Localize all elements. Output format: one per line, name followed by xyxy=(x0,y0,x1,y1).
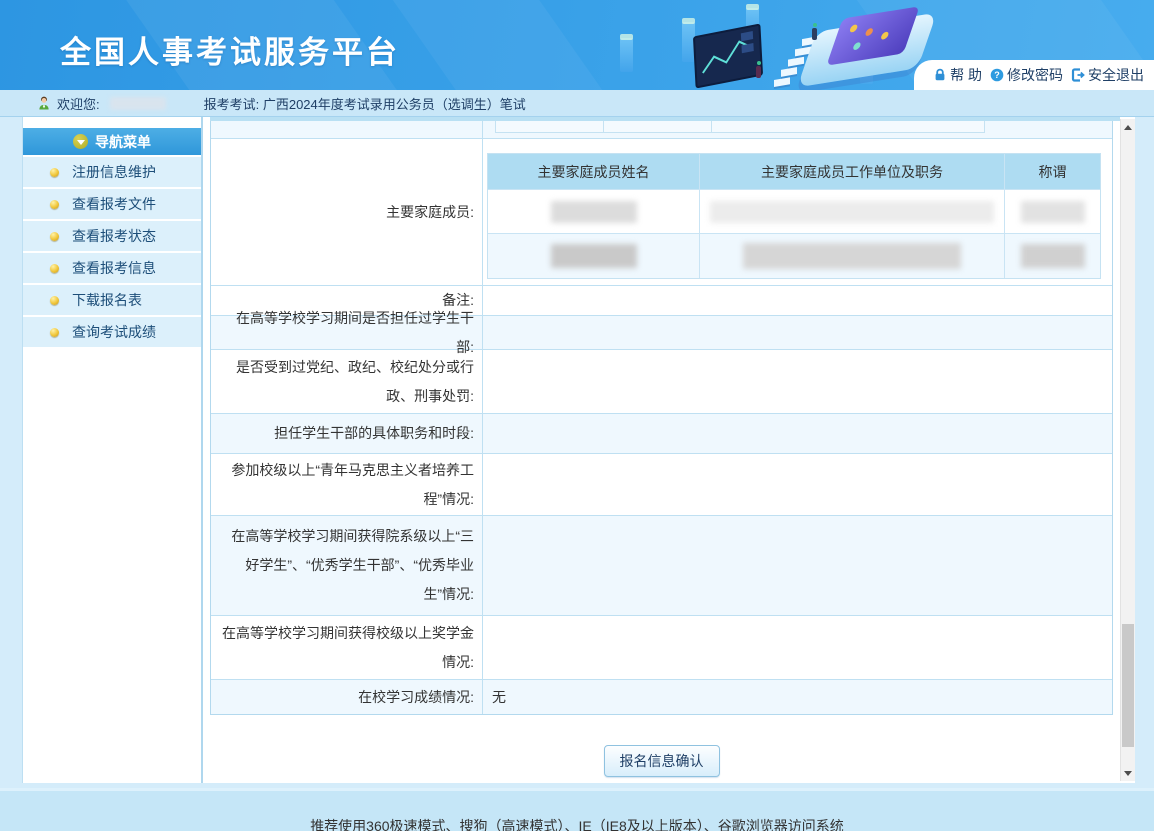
member-workunit-redacted xyxy=(710,201,994,223)
bullet-icon xyxy=(50,200,59,209)
family-members-table: 主要家庭成员姓名 主要家庭成员工作单位及职务 称谓 xyxy=(487,153,1101,279)
site-footer: 推荐使用360极速模式、搜狗（高速模式）、IE（IE8及以上版本）、谷歌浏览器访… xyxy=(0,788,1154,831)
row-label: 参加校级以上“青年马克思主义者培养工程”情况: xyxy=(211,454,483,515)
lock-icon xyxy=(933,68,947,82)
scrollbar-down-button[interactable] xyxy=(1121,765,1135,781)
site-title: 全国人事考试服务平台 xyxy=(60,27,400,72)
confirm-registration-button[interactable]: 报名信息确认 xyxy=(604,745,720,777)
change-password-link[interactable]: ? 修改密码 xyxy=(990,65,1063,85)
welcome-bar: 欢迎您: 报考考试: 广西2024年度考试录用公务员（选调生）笔试 xyxy=(0,90,1154,117)
member-relation-redacted xyxy=(1021,244,1085,268)
sidebar-item-query-exam-results[interactable]: 查询考试成绩 xyxy=(23,317,201,347)
illustration-person xyxy=(812,28,817,40)
bullet-icon xyxy=(50,168,59,177)
question-icon: ? xyxy=(990,68,1004,82)
table-row-scholarship: 在高等学校学习期间获得校级以上奖学金情况: xyxy=(211,616,1112,680)
member-workunit-redacted xyxy=(743,243,961,269)
cutoff-inner-table xyxy=(495,121,985,133)
arrow-down-icon xyxy=(1124,771,1132,776)
column-header-relation: 称谓 xyxy=(1005,154,1100,189)
family-member-row xyxy=(488,234,1100,278)
table-row-discipline-punishment: 是否受到过党纪、政纪、校纪处分或行政、刑事处罚: xyxy=(211,350,1112,414)
table-row-family-members: 主要家庭成员: 主要家庭成员姓名 主要家庭成员工作单位及职务 称谓 xyxy=(211,139,1112,286)
bullet-icon xyxy=(50,328,59,337)
logout-link[interactable]: 安全退出 xyxy=(1071,65,1144,85)
exam-label: 报考考试: 广西2024年度考试录用公务员（选调生）笔试 xyxy=(204,94,526,113)
family-table-header: 主要家庭成员姓名 主要家庭成员工作单位及职务 称谓 xyxy=(488,154,1100,190)
help-link[interactable]: 帮 助 xyxy=(933,65,982,85)
table-row-partial xyxy=(211,121,1112,139)
table-row-honor-awards: 在高等学校学习期间获得院系级以上“三好学生”、“优秀学生干部”、“优秀毕业生”情… xyxy=(211,516,1112,616)
illustration-pillar xyxy=(620,38,633,72)
utility-bar: 帮 助 ? 修改密码 安全退出 xyxy=(914,60,1154,90)
row-label: 担任学生干部的具体职务和时段: xyxy=(211,414,483,453)
sidebar-item-view-exam-documents[interactable]: 查看报考文件 xyxy=(23,189,201,219)
application-form-table: 主要家庭成员: 主要家庭成员姓名 主要家庭成员工作单位及职务 称谓 xyxy=(210,121,1113,715)
member-name-redacted xyxy=(551,201,637,223)
logout-icon xyxy=(1071,68,1085,82)
row-value xyxy=(483,316,1112,349)
user-avatar-icon xyxy=(36,95,52,111)
bullet-icon xyxy=(50,296,59,305)
family-member-row xyxy=(488,190,1100,234)
row-value xyxy=(483,350,1112,413)
sidebar-item-registration-info[interactable]: 注册信息维护 xyxy=(23,157,201,187)
arrow-up-icon xyxy=(1124,125,1132,130)
header-illustration xyxy=(598,0,918,90)
row-value xyxy=(483,286,1112,315)
sidebar-item-download-registration-form[interactable]: 下载报名表 xyxy=(23,285,201,315)
row-value: 无 xyxy=(483,680,1112,714)
browser-recommendation: 推荐使用360极速模式、搜狗（高速模式）、IE（IE8及以上版本）、谷歌浏览器访… xyxy=(0,816,1154,831)
sidebar-item-view-application-info[interactable]: 查看报考信息 xyxy=(23,253,201,283)
row-label: 在高等学校学习期间是否担任过学生干部: xyxy=(211,316,483,349)
row-label: 在高等学校学习期间获得校级以上奖学金情况: xyxy=(211,616,483,679)
table-row-student-cadre: 在高等学校学习期间是否担任过学生干部: xyxy=(211,316,1112,350)
row-value xyxy=(483,516,1112,615)
column-header-workunit: 主要家庭成员工作单位及职务 xyxy=(700,154,1005,189)
main-area: 导航菜单 注册信息维护 查看报考文件 查看报考状态 查看报考信息 下载报名表 xyxy=(0,117,1154,783)
illustration-screen xyxy=(693,23,763,88)
row-value xyxy=(483,454,1112,515)
sidebar: 导航菜单 注册信息维护 查看报考文件 查看报考状态 查看报考信息 下载报名表 xyxy=(22,117,203,783)
row-label: 在校学习成绩情况: xyxy=(211,680,483,714)
form-content: 主要家庭成员: 主要家庭成员姓名 主要家庭成员工作单位及职务 称谓 xyxy=(203,117,1135,783)
table-row-cadre-duty-period: 担任学生干部的具体职务和时段: xyxy=(211,414,1112,454)
button-bar: 报名信息确认 xyxy=(210,745,1113,777)
table-row-academic-record: 在校学习成绩情况: 无 xyxy=(211,680,1112,714)
scrollbar-thumb[interactable] xyxy=(1122,624,1134,747)
row-label: 主要家庭成员: xyxy=(211,139,483,285)
member-relation-redacted xyxy=(1021,201,1085,223)
row-value xyxy=(483,414,1112,453)
content-panel: 导航菜单 注册信息维护 查看报考文件 查看报考状态 查看报考信息 下载报名表 xyxy=(22,117,1135,783)
row-label: 在高等学校学习期间获得院系级以上“三好学生”、“优秀学生干部”、“优秀毕业生”情… xyxy=(211,516,483,615)
site-header: 全国人事考试服务平台 帮 助 ? 修改密码 安全退出 xyxy=(0,0,1154,90)
collapse-icon xyxy=(73,134,88,149)
scrollbar-up-button[interactable] xyxy=(1121,119,1135,135)
illustration-person xyxy=(756,66,761,78)
username-redacted xyxy=(110,97,166,110)
welcome-greeting: 欢迎您: xyxy=(57,94,100,113)
row-label: 是否受到过党纪、政纪、校纪处分或行政、刑事处罚: xyxy=(211,350,483,413)
svg-text:?: ? xyxy=(994,70,1000,80)
table-row-marxist-program: 参加校级以上“青年马克思主义者培养工程”情况: xyxy=(211,454,1112,516)
vertical-scrollbar[interactable] xyxy=(1120,119,1135,781)
bullet-icon xyxy=(50,232,59,241)
bullet-icon xyxy=(50,264,59,273)
member-name-redacted xyxy=(551,244,637,268)
column-header-name: 主要家庭成员姓名 xyxy=(488,154,700,189)
row-value xyxy=(483,616,1112,679)
nav-menu-header[interactable]: 导航菜单 xyxy=(23,128,201,155)
sidebar-item-view-application-status[interactable]: 查看报考状态 xyxy=(23,221,201,251)
